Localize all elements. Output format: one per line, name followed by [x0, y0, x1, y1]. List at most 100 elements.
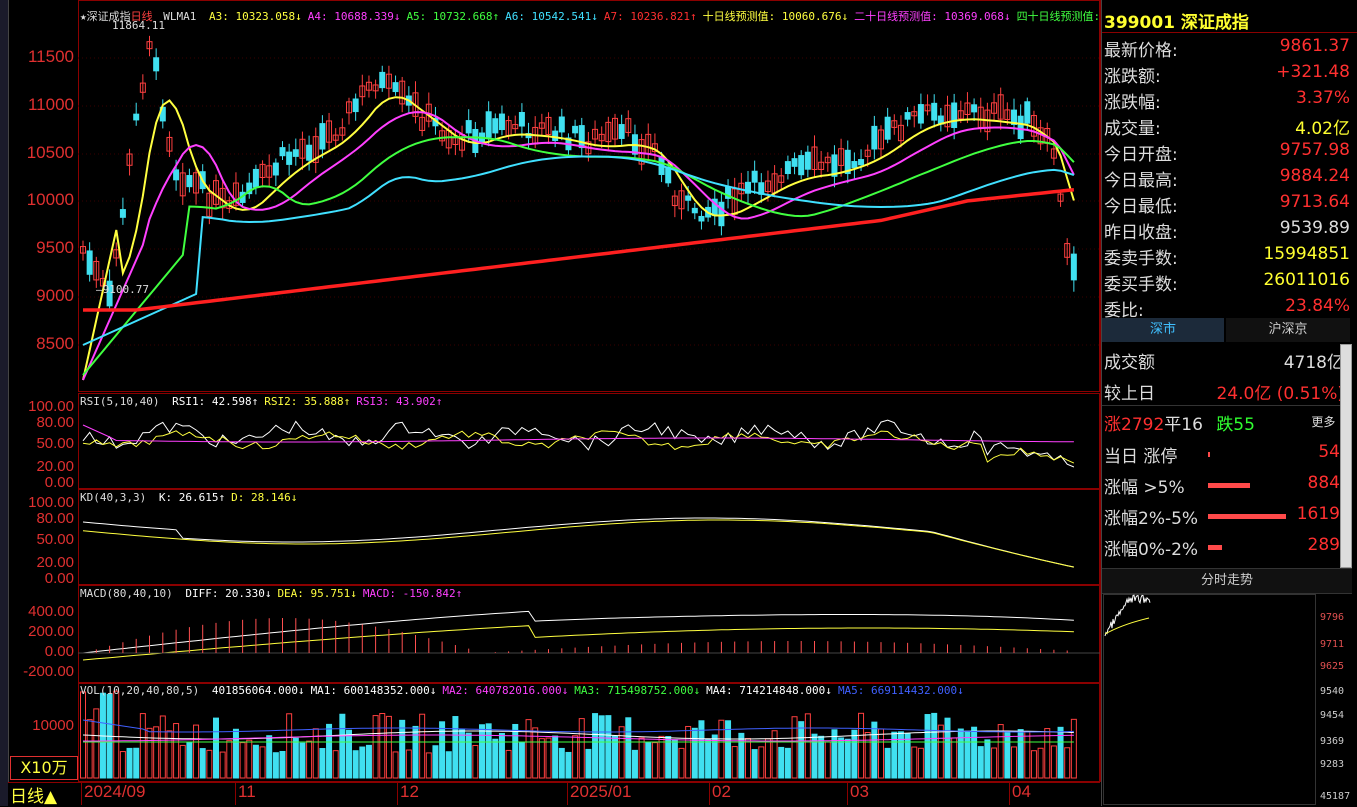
volume-bar	[186, 742, 193, 779]
intraday-chart[interactable]	[1103, 594, 1317, 806]
price-chart[interactable]	[78, 0, 1100, 782]
kd-legend-items: K: 26.615↑ D: 28.146↓	[153, 491, 297, 504]
volume-bar	[306, 740, 313, 779]
stat-value: 1619	[1296, 504, 1340, 524]
candle	[153, 57, 160, 72]
volume-bar	[565, 751, 572, 779]
quote-row-value: 9884.24	[1279, 166, 1350, 186]
up-count: 涨2792	[1104, 415, 1165, 435]
x-axis-label: 04	[1012, 782, 1031, 801]
volume-bar	[698, 720, 705, 779]
ma-line	[82, 111, 1075, 381]
candle	[485, 111, 492, 138]
volume-bar	[798, 721, 805, 779]
intraday-axis-label: 9711	[1320, 639, 1345, 650]
volume-bar	[286, 713, 293, 779]
volume-bar	[179, 744, 186, 779]
intraday-title-bar[interactable]: 分时走势	[1102, 568, 1352, 594]
volume-bar	[498, 732, 505, 779]
volume-bar	[645, 742, 652, 779]
volume-bar	[818, 735, 825, 779]
stat-bar	[1208, 514, 1286, 519]
candle	[119, 209, 126, 218]
tab-hushenjing-label: 沪深京	[1268, 322, 1308, 337]
volume-bar	[525, 719, 532, 779]
volume-bar	[439, 721, 446, 779]
volume-bar	[86, 719, 93, 779]
legend-item: A6: 10542.541↓	[505, 10, 598, 23]
x-axis-bar	[8, 782, 1100, 807]
volume-bar	[1017, 729, 1024, 779]
tab-shenzhen-label: 深市	[1149, 322, 1176, 337]
quote-row-label: 委买手数:	[1104, 275, 1178, 295]
quote-row-value: 3.37%	[1295, 88, 1350, 108]
stat-value: 884	[1307, 473, 1340, 493]
stat-label: 涨幅0%-2%	[1104, 540, 1199, 560]
quote-row-label: 涨跌额:	[1104, 67, 1161, 87]
candle	[492, 118, 499, 134]
volume-bar	[159, 715, 166, 779]
quote-row-label: 最新价格:	[1104, 41, 1178, 61]
vs-label: 较上日	[1104, 384, 1155, 404]
volume-bar	[292, 737, 299, 779]
quote-header: 399001 深证成指	[1104, 8, 1249, 33]
candle	[784, 161, 791, 175]
volume-bar	[432, 745, 439, 779]
turnover-label: 成交额	[1104, 353, 1155, 373]
candle	[379, 71, 386, 89]
stat-label: 涨幅 >5%	[1104, 478, 1185, 498]
sub-axis-label: 50.00	[36, 531, 74, 548]
main-legend-ma: WLMA1	[163, 10, 197, 23]
indicator-line	[82, 625, 1074, 661]
legend-item: MACD: -150.842↑	[362, 587, 463, 600]
period-button[interactable]: 日线▲	[10, 782, 57, 807]
volume-bar	[791, 716, 798, 779]
x-axis-label: 11	[238, 782, 256, 801]
rsi-legend-title: RSI(5,10,40)	[80, 395, 160, 408]
candle	[791, 158, 798, 167]
tab-hushenjing[interactable]: 沪深京	[1226, 318, 1350, 342]
panel-scrollbar[interactable]	[1340, 344, 1352, 568]
rsi-legend: RSI(5,10,40) RSI1: 42.598↑ RSI2: 35.888↑ R…	[80, 395, 442, 408]
quote-row: 涨跌幅: 3.37%	[1102, 86, 1356, 113]
quote-row: 今日最低: 9713.64	[1102, 190, 1356, 217]
sub-axis-label: 10000	[32, 717, 74, 734]
macd-legend-items: DIFF: 20.330↓ DEA: 95.751↓ MACD: -150.842↑	[179, 587, 462, 600]
intraday-axis-label: 9540	[1320, 686, 1345, 697]
quote-row-label: 涨跌幅:	[1104, 93, 1161, 113]
quote-row: 成交量: 4.02亿	[1102, 112, 1356, 139]
high-marker-value: 11864.11	[112, 19, 165, 32]
volume-bar	[459, 729, 466, 779]
price-axis-label: 10000	[26, 190, 74, 209]
down-count: 跌55	[1216, 415, 1255, 435]
stat-row: 涨幅2%-5% 1619	[1102, 502, 1352, 532]
volume-bar	[598, 715, 605, 779]
volume-bar	[984, 739, 991, 779]
quote-row: 委卖手数: 15994851	[1102, 242, 1356, 269]
candle	[1070, 253, 1077, 281]
sub-axis-label: 50.00	[36, 435, 74, 452]
volume-bar	[199, 748, 206, 779]
legend-item: RSI2: 35.888↑	[264, 395, 351, 408]
quote-row: 今日开盘: 9757.98	[1102, 138, 1356, 165]
candle	[518, 112, 525, 127]
vol-legend-title: VOL(10,20,40,80,5)	[80, 684, 200, 697]
volume-bar	[678, 747, 685, 779]
volume-bar	[372, 715, 379, 779]
volume-bar	[804, 713, 811, 779]
tab-shenzhen[interactable]: 深市	[1102, 318, 1224, 342]
quote-row: 委买手数: 26011016	[1102, 268, 1356, 295]
legend-item: RSI3: 43.902↑	[356, 395, 443, 408]
x-axis-label: 2025/01	[570, 782, 632, 801]
volume-bar	[133, 747, 140, 779]
stat-label: 涨幅2%-5%	[1104, 509, 1199, 529]
stat-bar	[1208, 452, 1210, 457]
volume-bar	[771, 730, 778, 779]
candle	[133, 113, 140, 121]
x-axis-tick	[1009, 783, 1010, 805]
volume-bar	[126, 747, 133, 779]
volume-bar	[1057, 726, 1064, 779]
vs-row: 较上日 24.0亿 (0.51%)	[1104, 379, 1344, 404]
volume-bar	[944, 717, 951, 779]
volume-bar	[1064, 747, 1071, 779]
